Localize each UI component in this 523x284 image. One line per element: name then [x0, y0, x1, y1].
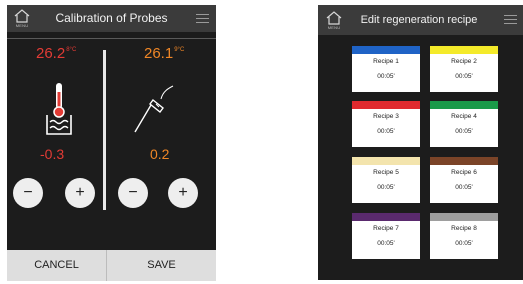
recipe-time: 00:05'	[455, 73, 473, 80]
minus-icon: −	[23, 184, 33, 201]
plus-icon: +	[178, 184, 188, 201]
recipe-name: Recipe 3	[373, 113, 399, 120]
recipe-time: 00:05'	[455, 240, 473, 247]
page-title: Calibration of Probes	[55, 11, 168, 25]
left-minus-button[interactable]: −	[13, 178, 43, 208]
recipe-card-1[interactable]: Recipe 1 00:05'	[352, 46, 420, 92]
recipe-name: Recipe 1	[373, 58, 399, 65]
probe-right-temperature: 26.19°C	[144, 45, 185, 62]
header-bar: MENU Edit regeneration recipe	[318, 5, 523, 35]
save-button[interactable]: SAVE	[107, 250, 216, 281]
recipe-name: Recipe 6	[451, 169, 477, 176]
recipe-name: Recipe 8	[451, 225, 477, 232]
right-minus-button[interactable]: −	[118, 178, 148, 208]
left-plus-button[interactable]: +	[65, 178, 95, 208]
probe-left-temperature: 26.28°C	[36, 45, 77, 62]
header-bar: MENU Calibration of Probes	[7, 5, 216, 32]
right-plus-button[interactable]: +	[168, 178, 198, 208]
regeneration-screen: MENU Edit regeneration recipe Recipe 1 0…	[318, 5, 523, 280]
recipe-time: 00:05'	[377, 128, 395, 135]
recipe-color-bar	[352, 46, 420, 54]
probe-needle-icon	[134, 85, 174, 133]
footer-bar: CANCEL SAVE	[7, 250, 216, 281]
recipe-color-bar	[430, 101, 498, 109]
recipe-card-7[interactable]: Recipe 7 00:05'	[352, 213, 420, 259]
page-title: Edit regeneration recipe	[360, 14, 478, 26]
recipe-card-8[interactable]: Recipe 8 00:05'	[430, 213, 498, 259]
probe-divider	[103, 50, 106, 210]
recipe-card-6[interactable]: Recipe 6 00:05'	[430, 157, 498, 203]
recipe-color-bar	[430, 213, 498, 221]
recipe-color-bar	[430, 157, 498, 165]
header-divider	[7, 38, 216, 39]
recipe-name: Recipe 7	[373, 225, 399, 232]
recipe-card-3[interactable]: Recipe 3 00:05'	[352, 101, 420, 147]
recipe-name: Recipe 5	[373, 169, 399, 176]
recipe-card-5[interactable]: Recipe 5 00:05'	[352, 157, 420, 203]
recipe-color-bar	[352, 157, 420, 165]
probe-left-offset: -0.3	[40, 146, 65, 162]
calibration-screen: MENU Calibration of Probes 26.28°C 26.19…	[7, 5, 216, 281]
recipe-name: Recipe 2	[451, 58, 477, 65]
recipe-color-bar	[352, 101, 420, 109]
probe-right-offset: 0.2	[150, 146, 170, 162]
recipe-color-bar	[352, 213, 420, 221]
hamburger-icon[interactable]	[504, 15, 517, 25]
recipe-time: 00:05'	[377, 184, 395, 191]
recipe-time: 00:05'	[377, 73, 395, 80]
recipe-time: 00:05'	[377, 240, 395, 247]
plus-icon: +	[75, 184, 85, 201]
recipe-time: 00:05'	[455, 184, 473, 191]
hamburger-icon[interactable]	[196, 14, 209, 24]
recipe-color-bar	[430, 46, 498, 54]
minus-icon: −	[128, 184, 138, 201]
recipe-card-2[interactable]: Recipe 2 00:05'	[430, 46, 498, 92]
recipe-card-4[interactable]: Recipe 4 00:05'	[430, 101, 498, 147]
thermometer-water-icon	[46, 83, 72, 135]
recipe-time: 00:05'	[455, 128, 473, 135]
cancel-button[interactable]: CANCEL	[7, 250, 106, 281]
recipe-name: Recipe 4	[451, 113, 477, 120]
